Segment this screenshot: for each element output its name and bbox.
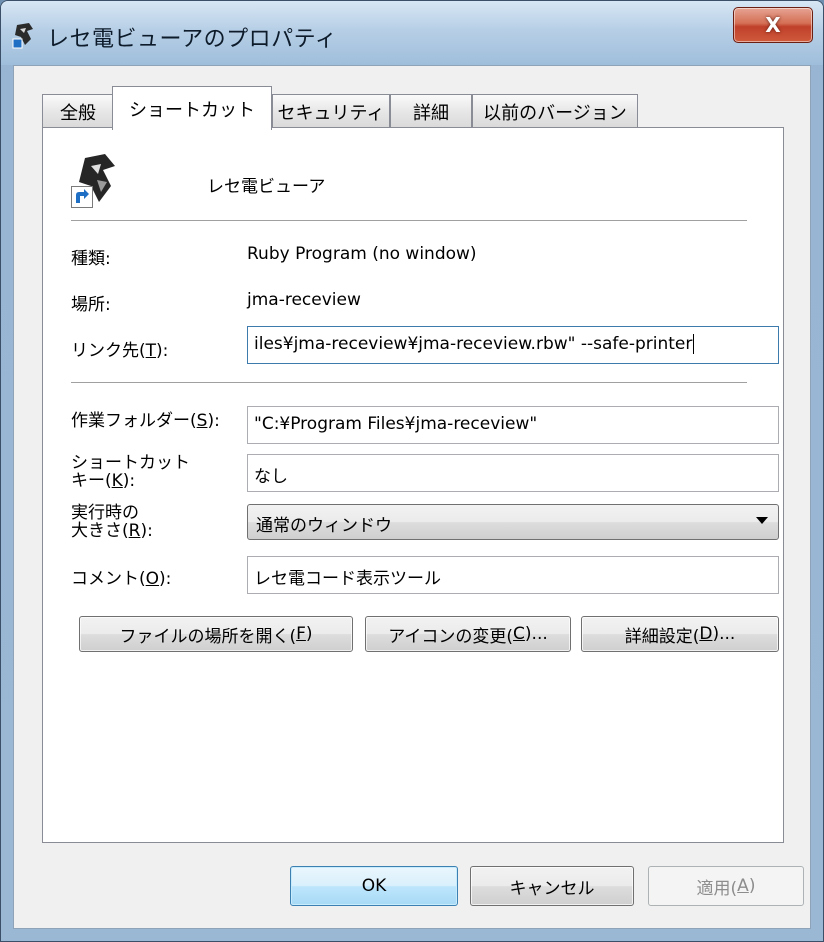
hotkey-label-text: キー( <box>71 471 112 491</box>
text-caret <box>693 334 695 354</box>
comment-label-text: コメント( <box>71 569 146 589</box>
tab-security[interactable]: セキュリティ <box>272 94 390 128</box>
run-label-text: 大きさ( <box>71 521 129 541</box>
target-label-text: リンク先( <box>71 341 146 361</box>
comment-label: コメント(O): <box>71 564 171 589</box>
dialog-client: 全般 ショートカット セキュリティ 詳細 以前のバージョン レセ電ビューア 種類… <box>13 65 811 929</box>
run-label-key: R <box>128 521 141 541</box>
tab-previous-versions[interactable]: 以前のバージョン <box>472 94 638 128</box>
open-file-location-button[interactable]: ファイルの場所を開く(F) <box>79 616 353 652</box>
close-icon[interactable]: X <box>733 7 813 43</box>
advanced-button[interactable]: 詳細設定(D)... <box>581 616 779 652</box>
run-label: 実行時の 大きさ(R): <box>71 504 153 540</box>
run-label-suffix: ): <box>140 521 153 541</box>
target-label-key: T <box>145 341 157 361</box>
run-label-line2: 大きさ(R): <box>71 522 153 540</box>
tab-general[interactable]: 全般 <box>42 94 114 128</box>
workdir-label: 作業フォルダー(S): <box>71 406 220 431</box>
chevron-down-icon <box>756 517 768 524</box>
workdir-label-key: S <box>196 411 208 431</box>
properties-window: レセ電ビューアのプロパティ X 全般 ショートカット セキュリティ 詳細 以前の… <box>0 0 824 942</box>
ok-button[interactable]: OK <box>290 866 458 906</box>
tab-details[interactable]: 詳細 <box>390 94 472 128</box>
open-location-key: F <box>296 624 306 644</box>
advanced-text: 詳細設定( <box>624 626 700 647</box>
target-input-text: iles¥jma-receview¥jma-receview.rbw" --sa… <box>254 334 693 354</box>
shortcut-panel: レセ電ビューア 種類: Ruby Program (no window) 場所:… <box>42 127 784 843</box>
hotkey-label: ショートカット キー(K): <box>71 454 190 490</box>
advanced-suffix: )... <box>712 624 736 644</box>
cancel-button[interactable]: キャンセル <box>470 866 634 906</box>
apply-button[interactable]: 適用(A) <box>648 866 804 906</box>
shortcut-name: レセ電ビューア <box>207 177 326 197</box>
location-value: jma-receview <box>247 290 361 310</box>
change-icon-suffix: )... <box>524 624 548 644</box>
run-size-value: 通常のウィンドウ <box>256 516 392 536</box>
target-label-suffix: ): <box>156 341 169 361</box>
tab-shortcut[interactable]: ショートカット <box>112 86 272 130</box>
hotkey-label-line2: キー(K): <box>71 472 190 490</box>
comment-label-suffix: ): <box>159 569 172 589</box>
hotkey-label-key: K <box>111 471 123 491</box>
workdir-label-text: 作業フォルダー( <box>71 411 197 431</box>
apply-key: A <box>737 876 749 896</box>
divider <box>71 382 747 384</box>
workdir-input[interactable]: "C:¥Program Files¥jma-receview" <box>247 406 779 444</box>
change-icon-text: アイコンの変更( <box>388 626 514 647</box>
change-icon-button[interactable]: アイコンの変更(C)... <box>365 616 571 652</box>
apply-text: 適用( <box>696 878 738 899</box>
hotkey-label-suffix: ): <box>122 471 136 491</box>
location-label: 場所: <box>71 295 111 315</box>
title-bar[interactable]: レセ電ビューアのプロパティ X <box>1 1 823 65</box>
change-icon-key: C <box>513 624 525 644</box>
hotkey-label-line1: ショートカット <box>71 453 190 473</box>
open-location-suffix: ) <box>305 624 313 644</box>
type-label: 種類: <box>71 249 111 269</box>
divider <box>71 220 747 222</box>
workdir-label-suffix: ): <box>207 411 220 431</box>
app-icon <box>12 23 33 49</box>
advanced-key: D <box>699 624 713 644</box>
hotkey-input[interactable]: なし <box>247 454 779 492</box>
target-input[interactable]: iles¥jma-receview¥jma-receview.rbw" --sa… <box>247 326 779 364</box>
run-size-select[interactable]: 通常のウィンドウ <box>247 504 779 540</box>
comment-input[interactable]: レセ電コード表示ツール <box>247 556 779 594</box>
shortcut-arrow-icon <box>71 186 93 208</box>
comment-label-key: O <box>145 569 160 589</box>
type-value: Ruby Program (no window) <box>247 244 477 264</box>
apply-suffix: ) <box>748 876 756 896</box>
target-label: リンク先(T): <box>71 336 168 361</box>
window-title: レセ電ビューアのプロパティ <box>47 27 338 52</box>
open-location-text: ファイルの場所を開く( <box>119 626 297 647</box>
run-label-line1: 実行時の <box>71 503 139 523</box>
